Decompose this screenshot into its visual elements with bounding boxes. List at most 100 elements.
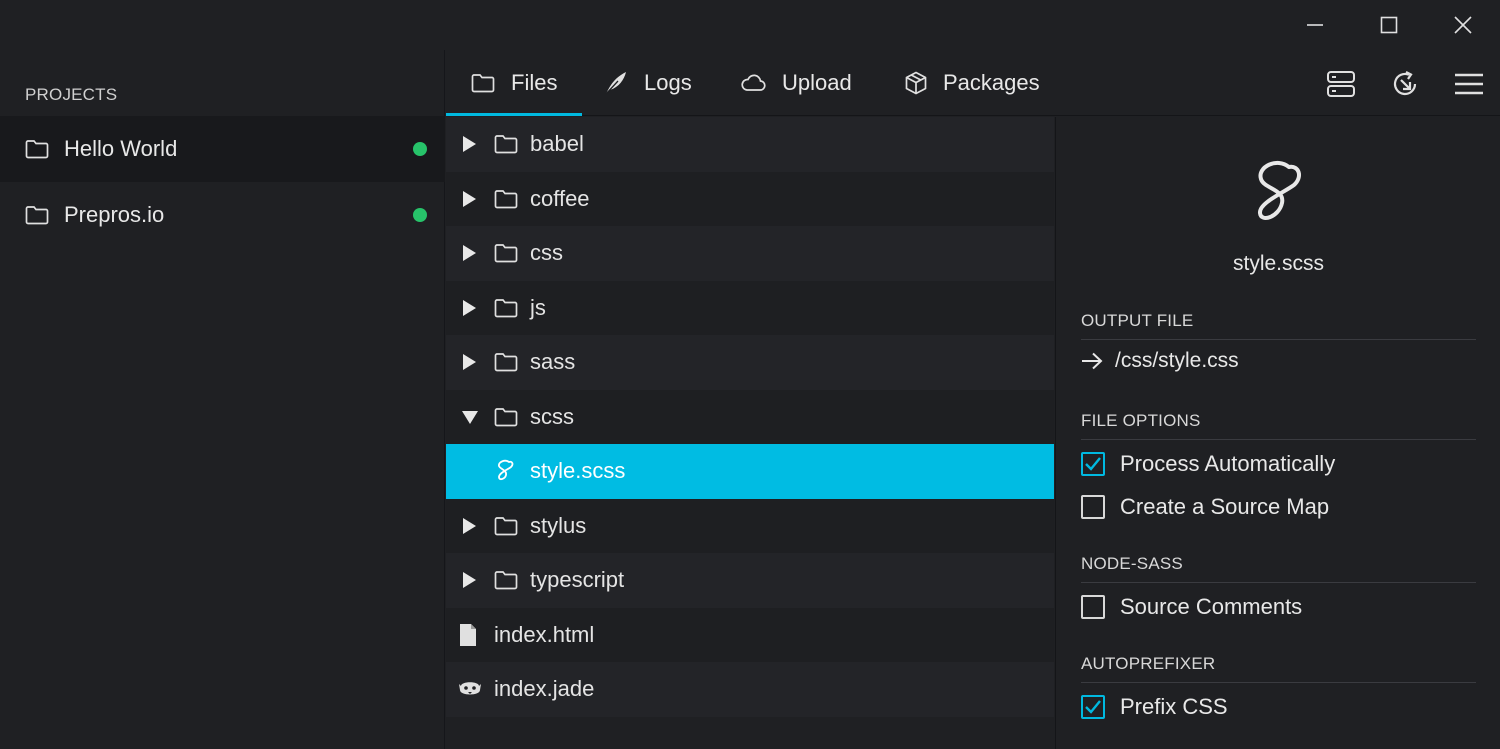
- caret-right-icon[interactable]: [462, 190, 476, 207]
- tab-files[interactable]: Files: [445, 50, 584, 116]
- folder-icon: [494, 243, 518, 263]
- option-label: Create a Source Map: [1120, 494, 1330, 519]
- tab-label: Logs: [644, 70, 692, 95]
- project-item-hello-world[interactable]: Hello World: [0, 116, 445, 182]
- caret-right-icon[interactable]: [462, 517, 476, 534]
- projects-sidebar: PROJECTS Hello World Prepros.io: [0, 50, 445, 749]
- maximize-icon: [1380, 16, 1398, 34]
- close-button[interactable]: [1426, 0, 1500, 50]
- tree-row-index-jade[interactable]: index.jade: [446, 662, 1054, 717]
- tab-logs[interactable]: Logs: [604, 50, 692, 116]
- file-icon: [458, 623, 478, 647]
- server-icon: [1326, 69, 1356, 99]
- option-label: Process Automatically: [1120, 451, 1336, 476]
- cloud-icon: [740, 74, 766, 92]
- tree-row-sass[interactable]: sass: [446, 335, 1054, 390]
- checkbox-icon[interactable]: [1081, 595, 1105, 619]
- project-status-dot: [413, 142, 427, 156]
- file-options-heading: FILE OPTIONS: [1081, 411, 1476, 440]
- output-path: /css/style.css: [1115, 349, 1239, 372]
- projects-heading: PROJECTS: [25, 85, 118, 104]
- tree-row-label: coffee: [530, 185, 590, 211]
- sass-icon: [494, 459, 516, 483]
- folder-icon: [494, 516, 518, 536]
- window-controls: [1278, 0, 1500, 50]
- tree-row-typescript[interactable]: typescript: [446, 553, 1054, 608]
- caret-down-icon[interactable]: [462, 410, 478, 424]
- tree-row-stylus[interactable]: stylus: [446, 498, 1054, 553]
- folder-icon: [25, 205, 49, 225]
- tree-row-label: js: [530, 294, 546, 320]
- option-label: Prefix CSS: [1120, 694, 1228, 719]
- folder-icon: [494, 134, 518, 154]
- tree-row-css[interactable]: css: [446, 226, 1054, 281]
- checkbox-checked-icon[interactable]: [1081, 452, 1105, 476]
- tab-label: Files: [511, 70, 558, 95]
- tab-upload[interactable]: Upload: [740, 50, 852, 116]
- tab-label: Packages: [943, 70, 1040, 95]
- close-icon: [1453, 15, 1473, 35]
- tree-row-label: sass: [530, 349, 576, 375]
- option-source-comments[interactable]: Source Comments: [1081, 594, 1302, 620]
- tree-row-js[interactable]: js: [446, 280, 1054, 335]
- caret-right-icon[interactable]: [462, 299, 476, 316]
- file-tree: babel coffee css js sass scss style.scss…: [446, 117, 1054, 749]
- checkbox-icon[interactable]: [1081, 495, 1105, 519]
- tree-row-coffee[interactable]: coffee: [446, 171, 1054, 226]
- folder-icon: [494, 407, 518, 427]
- minimize-button[interactable]: [1278, 0, 1352, 50]
- checkbox-checked-icon[interactable]: [1081, 695, 1105, 719]
- feather-icon: [604, 71, 628, 95]
- minimize-icon: [1306, 16, 1324, 34]
- project-status-dot: [413, 208, 427, 222]
- tree-row-label: index.html: [494, 621, 595, 647]
- option-create-source-map[interactable]: Create a Source Map: [1081, 494, 1329, 520]
- option-prefix-css[interactable]: Prefix CSS: [1081, 694, 1228, 720]
- project-name: Hello World: [64, 136, 178, 161]
- project-name: Prepros.io: [64, 202, 165, 227]
- output-file-row[interactable]: /css/style.css: [1081, 349, 1239, 373]
- node-sass-heading: NODE-SASS: [1081, 554, 1476, 583]
- project-item-prepros-io[interactable]: Prepros.io: [0, 182, 445, 248]
- selected-file-name: style.scss: [1232, 252, 1324, 275]
- menu-icon: [1455, 73, 1483, 95]
- file-details-panel: style.scss OUTPUT FILE /css/style.css FI…: [1055, 117, 1500, 749]
- tree-row-label: index.jade: [494, 676, 595, 702]
- autoprefixer-heading: AUTOPREFIXER: [1081, 654, 1476, 683]
- refresh-button[interactable]: [1385, 64, 1425, 104]
- tab-packages[interactable]: Packages: [905, 50, 1040, 116]
- folder-icon: [494, 352, 518, 372]
- caret-right-icon[interactable]: [462, 572, 476, 589]
- tree-row-index-html[interactable]: index.html: [446, 607, 1054, 662]
- caret-right-icon[interactable]: [462, 354, 476, 371]
- folder-icon: [25, 139, 49, 159]
- folder-icon: [494, 298, 518, 318]
- folder-icon: [494, 570, 518, 590]
- package-icon: [905, 71, 927, 95]
- server-button[interactable]: [1321, 64, 1361, 104]
- tab-bar: Files Logs Upload Packages: [445, 50, 1500, 116]
- tree-row-label: style.scss: [530, 458, 626, 484]
- tree-row-label: stylus: [530, 512, 587, 538]
- tree-row-label: scss: [530, 403, 574, 429]
- output-file-heading: OUTPUT FILE: [1081, 311, 1476, 340]
- tree-row-scss[interactable]: scss: [446, 389, 1054, 444]
- tree-row-babel[interactable]: babel: [446, 117, 1054, 172]
- folder-icon: [494, 189, 518, 209]
- refresh-icon: [1389, 68, 1421, 100]
- folder-icon: [471, 73, 495, 93]
- sass-logo-icon: [1251, 159, 1305, 225]
- option-label: Source Comments: [1120, 594, 1303, 619]
- tree-row-label: typescript: [530, 567, 625, 593]
- menu-button[interactable]: [1449, 64, 1489, 104]
- jade-icon: [458, 679, 482, 699]
- tree-row-label: css: [530, 240, 563, 266]
- maximize-button[interactable]: [1352, 0, 1426, 50]
- caret-right-icon[interactable]: [462, 136, 476, 153]
- tree-row-label: babel: [530, 131, 584, 157]
- arrow-right-icon: [1081, 352, 1103, 370]
- caret-right-icon[interactable]: [462, 245, 476, 262]
- tab-label: Upload: [782, 70, 852, 95]
- tree-row-style-scss[interactable]: style.scss: [446, 444, 1054, 499]
- option-process-automatically[interactable]: Process Automatically: [1081, 451, 1335, 477]
